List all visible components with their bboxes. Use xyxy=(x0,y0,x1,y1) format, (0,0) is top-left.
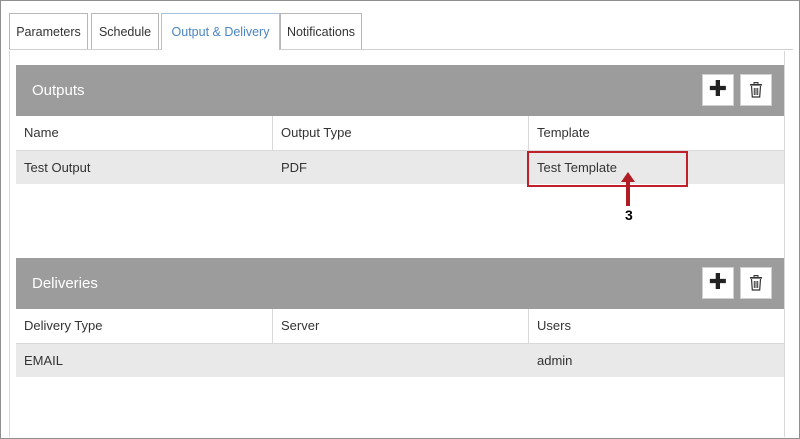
deliveries-title: Deliveries xyxy=(32,275,98,292)
plus-icon: ✚ xyxy=(708,269,728,294)
dialog-frame: Parameters Schedule Output & Delivery No… xyxy=(0,0,800,439)
column-header-server[interactable]: Server xyxy=(273,309,529,343)
tab-bar: Parameters Schedule Output & Delivery No… xyxy=(9,13,799,50)
delete-delivery-button[interactable] xyxy=(740,267,772,299)
annotation-highlight-box xyxy=(527,151,688,187)
outputs-column-headers: Name Output Type Template xyxy=(16,116,784,151)
cell-delivery-type: EMAIL xyxy=(24,353,64,368)
column-header-template[interactable]: Template xyxy=(529,116,784,150)
content-border-right xyxy=(784,51,791,437)
content-border-left xyxy=(9,51,10,437)
add-output-button[interactable]: ✚ xyxy=(702,74,734,106)
tab-divider xyxy=(9,49,793,50)
column-header-delivery-type[interactable]: Delivery Type xyxy=(16,309,273,343)
outputs-title: Outputs xyxy=(32,82,85,99)
cell-delivery-server xyxy=(273,344,529,377)
deliveries-header: Deliveries ✚ xyxy=(16,258,784,309)
column-header-output-type[interactable]: Output Type xyxy=(273,116,529,150)
column-header-name[interactable]: Name xyxy=(16,116,273,150)
tab-notifications[interactable]: Notifications xyxy=(280,13,362,49)
table-row[interactable]: EMAIL admin xyxy=(16,344,784,377)
add-delivery-button[interactable]: ✚ xyxy=(702,267,734,299)
tab-parameters[interactable]: Parameters xyxy=(9,13,88,49)
cell-output-name: Test Output xyxy=(24,160,91,175)
trash-icon xyxy=(750,275,762,291)
deliveries-panel: Deliveries ✚ Delivery Type Server Users xyxy=(16,258,784,377)
plus-icon: ✚ xyxy=(708,76,728,101)
tab-output-delivery[interactable]: Output & Delivery xyxy=(161,13,280,50)
column-header-users[interactable]: Users xyxy=(529,309,784,343)
trash-icon xyxy=(750,82,762,98)
annotation-step-number: 3 xyxy=(625,207,633,223)
outputs-header: Outputs ✚ xyxy=(16,65,784,116)
delete-output-button[interactable] xyxy=(740,74,772,106)
cell-delivery-users: admin xyxy=(537,353,573,368)
annotation-arrow-icon xyxy=(621,172,635,206)
tab-schedule[interactable]: Schedule xyxy=(91,13,159,49)
cell-output-type: PDF xyxy=(281,160,307,175)
deliveries-column-headers: Delivery Type Server Users xyxy=(16,309,784,344)
